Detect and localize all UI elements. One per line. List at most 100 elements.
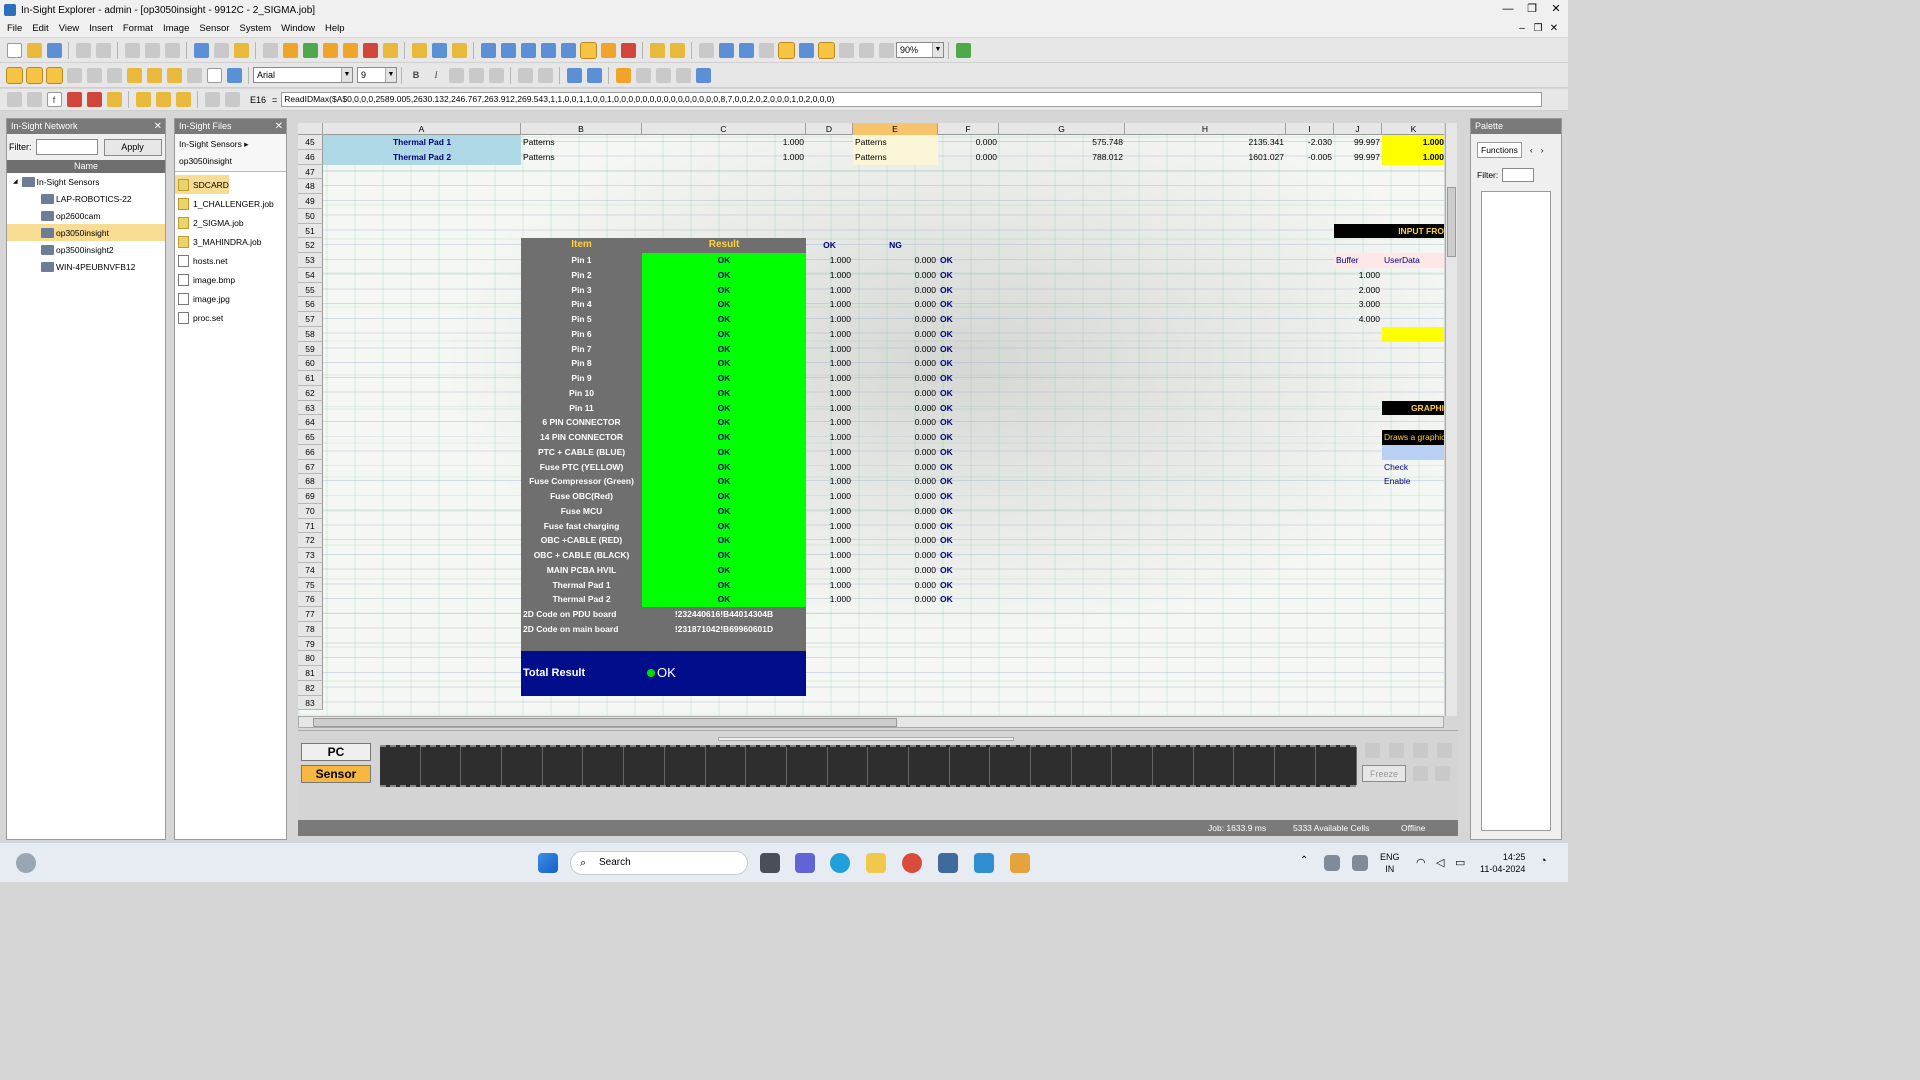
grid-toggle-icon[interactable]: [26, 92, 42, 107]
film-frame[interactable]: [380, 747, 421, 785]
film-frame[interactable]: [1194, 747, 1235, 785]
ok-value-cell[interactable]: 1.000: [806, 415, 853, 430]
cell-icon[interactable]: [126, 67, 142, 83]
item-cell[interactable]: Pin 1: [521, 253, 642, 268]
open-icon[interactable]: [26, 42, 42, 58]
horizontal-scrollbar[interactable]: [298, 716, 1444, 728]
row-header[interactable]: 50: [298, 208, 323, 224]
row-header[interactable]: 69: [298, 489, 323, 504]
ok-value-cell[interactable]: 1.000: [806, 533, 853, 548]
row-header[interactable]: 64: [298, 415, 323, 430]
mdi-minimize-button[interactable]: ‒: [1514, 20, 1530, 37]
ng-value-cell[interactable]: 0.000: [853, 430, 938, 445]
ng-value-cell[interactable]: 0.000: [853, 283, 938, 298]
spreadsheet[interactable]: ABCDEFGHIJK 45 46 47 48 49 50 51 52 53 54 55 56 57 58…: [298, 123, 1444, 716]
update-icon[interactable]: [1352, 855, 1368, 871]
item-cell[interactable]: Pin 2: [521, 267, 642, 283]
row-header[interactable]: 79: [298, 636, 323, 652]
align-right-icon[interactable]: [488, 67, 504, 83]
result-cell[interactable]: OK: [642, 518, 806, 534]
result-cell[interactable]: OK: [642, 267, 806, 283]
row-header[interactable]: 58: [298, 326, 323, 342]
ng-value-cell[interactable]: 0.000: [853, 312, 938, 327]
item-cell[interactable]: Fuse fast charging: [521, 518, 642, 534]
filmstrip[interactable]: [380, 745, 1357, 787]
ok-value-cell[interactable]: 1.000: [806, 268, 853, 283]
film-frame[interactable]: [1153, 747, 1194, 785]
column-header[interactable]: E: [853, 123, 938, 135]
spreadsheet-icon[interactable]: [649, 42, 665, 58]
row-header[interactable]: 56: [298, 297, 323, 312]
buffer-value-cell[interactable]: 4.000: [1334, 312, 1382, 327]
zoom-out-icon[interactable]: [500, 42, 516, 58]
result-cell[interactable]: OK: [642, 474, 806, 489]
ok-value-cell[interactable]: 1.000: [806, 548, 853, 563]
menu-image[interactable]: Image: [158, 23, 194, 34]
file-item[interactable]: SDCARD: [175, 175, 229, 194]
battery-icon[interactable]: ▭: [1455, 856, 1465, 869]
item-name-cell[interactable]: Thermal Pad 1: [323, 135, 521, 150]
formula-input[interactable]: ReadIDMax($A$0,0,0,0,2589.005,2630.132,2…: [281, 92, 1542, 107]
column-header[interactable]: F: [938, 123, 999, 135]
align-left-icon[interactable]: [448, 67, 464, 83]
result-cell[interactable]: OK: [642, 459, 806, 475]
zoom-fit-icon[interactable]: [520, 42, 536, 58]
value-cell[interactable]: 2135.341: [1125, 135, 1286, 150]
item-cell[interactable]: Fuse Compressor (Green): [521, 474, 642, 489]
calibration-icon[interactable]: [600, 42, 616, 58]
film-frame[interactable]: [787, 747, 828, 785]
ok-value-cell[interactable]: 1.000: [806, 371, 853, 386]
result-cell[interactable]: OK: [642, 297, 806, 312]
film-frame[interactable]: [990, 747, 1031, 785]
import-icon[interactable]: [175, 92, 191, 107]
status-cell[interactable]: OK: [938, 592, 999, 607]
film-frame[interactable]: [1072, 747, 1113, 785]
files-path-device[interactable]: op3050insight: [179, 156, 282, 166]
file-item[interactable]: 1_CHALLENGER.job: [175, 194, 286, 213]
ng-value-cell[interactable]: 0.000: [853, 415, 938, 430]
film-frame[interactable]: [1234, 747, 1276, 785]
file-explorer-icon[interactable]: [866, 853, 886, 873]
chevron-right-icon[interactable]: ›: [1541, 145, 1544, 155]
network-icon[interactable]: [655, 67, 671, 83]
ng-value-cell[interactable]: 0.000: [853, 356, 938, 371]
film-first-icon[interactable]: [1364, 743, 1380, 758]
taskbar-search[interactable]: Search: [570, 851, 748, 875]
value-cell[interactable]: -2.030: [1286, 135, 1334, 150]
sensor-button[interactable]: Sensor: [301, 765, 371, 783]
status-cell[interactable]: OK: [938, 563, 999, 578]
volume-icon[interactable]: ◁: [1436, 856, 1444, 869]
column-header[interactable]: D: [806, 123, 853, 135]
ng-value-cell[interactable]: 0.000: [853, 460, 938, 475]
ng-value-cell[interactable]: 0.000: [853, 533, 938, 548]
grid-icon[interactable]: [695, 67, 711, 83]
item-name-cell[interactable]: Thermal Pad 2: [323, 149, 521, 165]
result-cell[interactable]: OK: [642, 503, 806, 519]
column-header[interactable]: J: [1334, 123, 1382, 135]
print-icon[interactable]: [75, 42, 91, 58]
ok-value-cell[interactable]: 1.000: [806, 474, 853, 489]
row-header[interactable]: 60: [298, 356, 323, 371]
display-icon[interactable]: [738, 42, 754, 58]
restore-button[interactable]: ❐: [1520, 0, 1544, 20]
item-cell[interactable]: Thermal Pad 1: [521, 577, 642, 593]
playback-folder-icon[interactable]: [382, 42, 398, 58]
value-cell[interactable]: 1601.027: [1125, 150, 1286, 165]
row-header[interactable]: 55: [298, 282, 323, 298]
font-size-select[interactable]: 9 ▼: [357, 67, 397, 83]
result-cell[interactable]: OK: [642, 489, 806, 504]
weather-icon[interactable]: [16, 853, 36, 873]
film-frame[interactable]: [868, 747, 909, 785]
ok-value-cell[interactable]: 1.000: [806, 356, 853, 371]
row-header[interactable]: 54: [298, 267, 323, 283]
code-label-cell[interactable]: 2D Code on PDU board: [521, 607, 642, 622]
column-header[interactable]: B: [521, 123, 642, 135]
zoom-tool-icon[interactable]: [579, 41, 597, 59]
ok-value-cell[interactable]: 1.000: [806, 283, 853, 298]
film-frame[interactable]: [583, 747, 625, 785]
close-icon[interactable]: ✕: [154, 119, 162, 134]
status-cell[interactable]: OK: [938, 578, 999, 593]
status-cell[interactable]: OK: [938, 519, 999, 534]
menu-edit[interactable]: Edit: [27, 23, 53, 34]
new-icon[interactable]: [6, 42, 22, 58]
